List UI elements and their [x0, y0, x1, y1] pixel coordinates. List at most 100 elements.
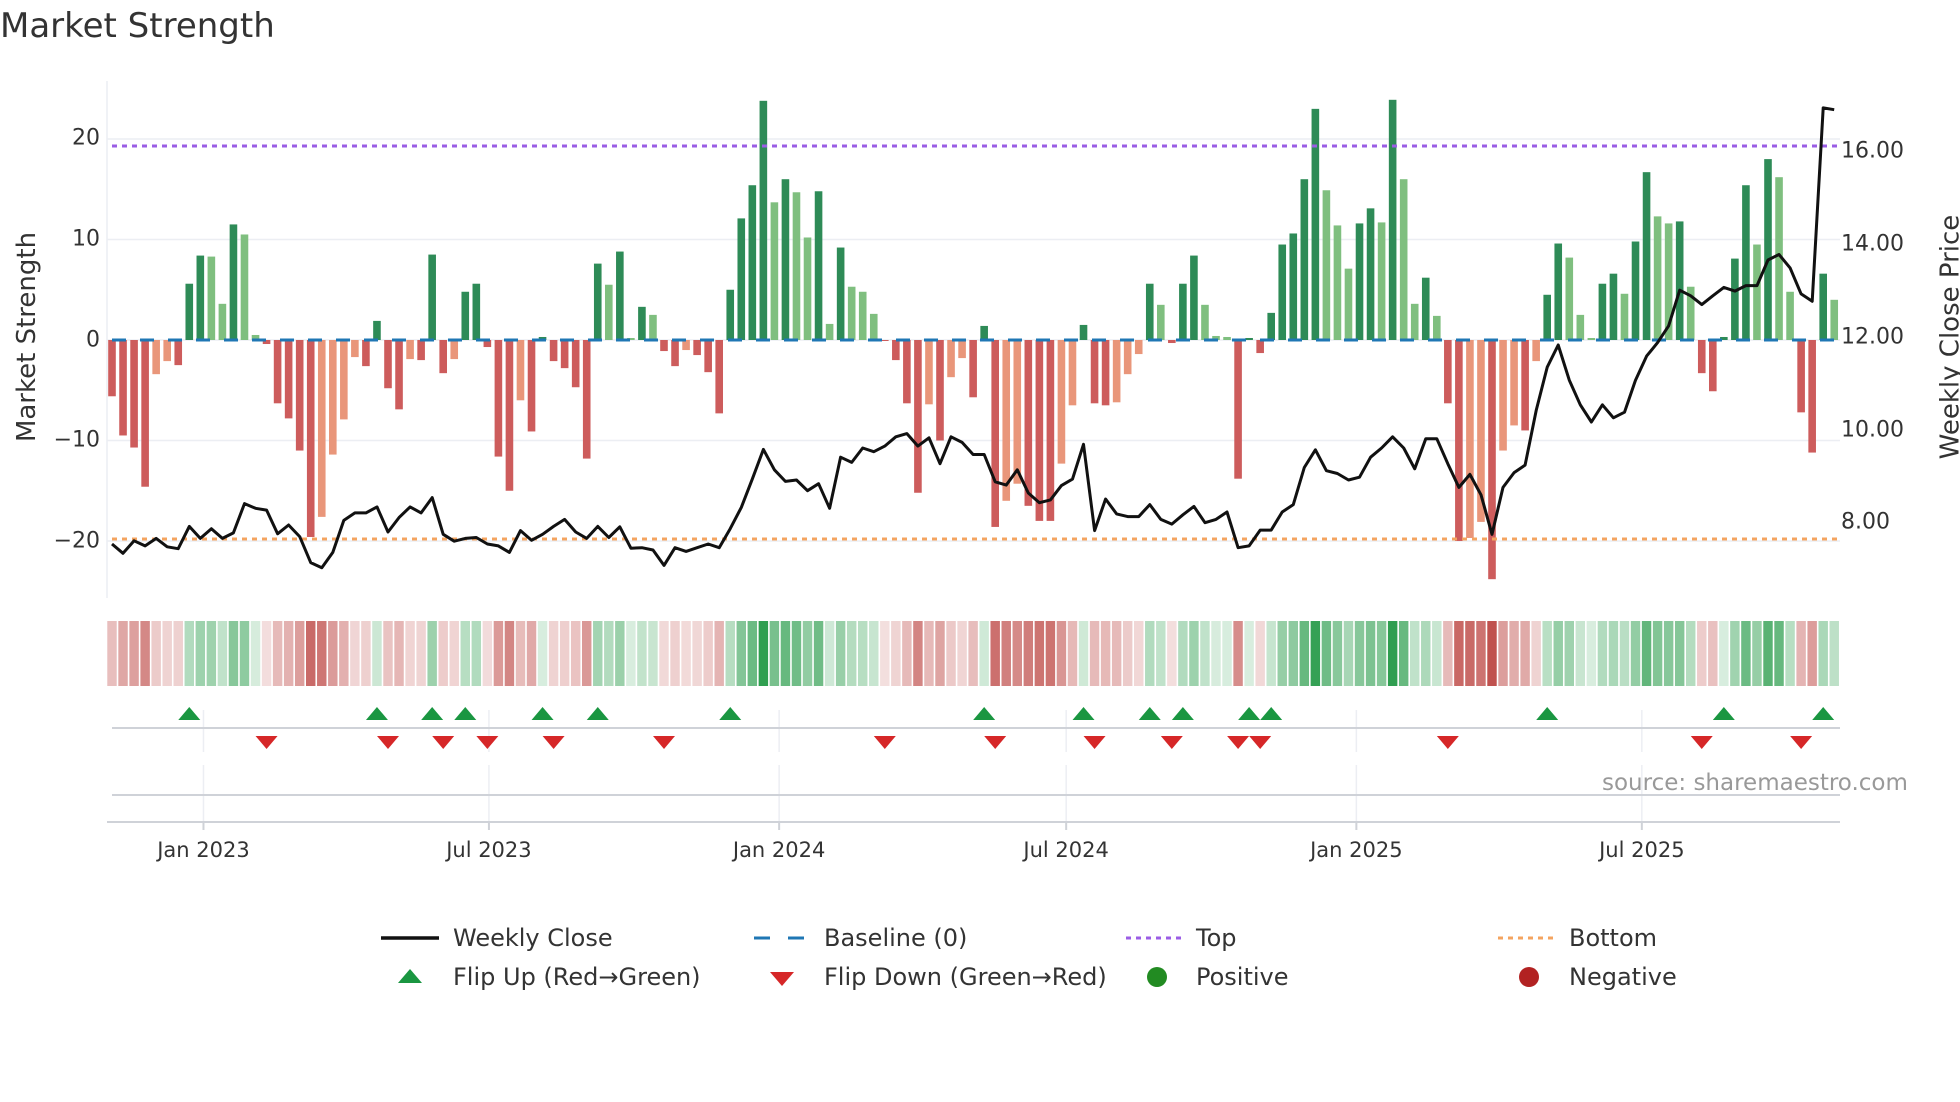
strength-bar	[1300, 179, 1309, 340]
flip-up-marker	[1536, 707, 1559, 720]
heat-cell	[1697, 621, 1707, 686]
heat-cell	[1167, 621, 1177, 686]
flip-up-marker	[454, 707, 477, 720]
heat-cell	[1023, 621, 1034, 686]
strength-bar	[1278, 244, 1287, 340]
legend-item-positive[interactable]: Positive	[1125, 963, 1289, 991]
strength-bar	[616, 251, 624, 340]
heat-cell	[1686, 621, 1696, 686]
strength-bar	[892, 340, 900, 361]
heat-cell	[394, 621, 404, 686]
strength-bar	[737, 218, 746, 340]
strength-bar	[472, 283, 481, 340]
strength-bar	[582, 340, 591, 459]
legend-item-top[interactable]: Top	[1125, 924, 1237, 952]
weekly-close-series	[111, 106, 1835, 570]
strength-bar	[1090, 340, 1099, 404]
heat-cell	[979, 621, 989, 686]
strength-bar	[1123, 340, 1132, 375]
legend-item-flip-down[interactable]: Flip Down (Green→Red)	[754, 963, 1107, 991]
heat-cell	[846, 621, 857, 686]
y2-tick-label: 12.00	[1841, 324, 1904, 350]
legend-item-weekly-close[interactable]: Weekly Close	[381, 924, 613, 952]
strength-bar	[792, 192, 801, 340]
strength-bar	[1466, 340, 1474, 538]
heat-cell	[1134, 621, 1144, 686]
heat-cell	[858, 621, 868, 686]
y2-tick-label: 16.00	[1841, 138, 1904, 164]
strength-bar	[1168, 340, 1176, 344]
flip-up-marker	[1260, 707, 1283, 720]
heat-cell	[427, 621, 437, 686]
heat-cell	[1708, 621, 1718, 686]
flip-up-marker	[586, 707, 609, 720]
strength-bar	[1543, 294, 1551, 340]
strength-bar	[1499, 340, 1507, 451]
heat-cell	[526, 621, 537, 686]
legend-label: Bottom	[1569, 924, 1658, 952]
legend-item-negative[interactable]: Negative	[1497, 963, 1677, 991]
heat-cell	[957, 621, 967, 686]
heat-cell	[670, 621, 680, 686]
y-tick-label: 10	[72, 226, 100, 252]
heat-cell	[317, 621, 327, 686]
flip-up-marker	[1138, 707, 1161, 720]
strength-bar	[1179, 283, 1187, 340]
strength-bar	[836, 247, 845, 340]
heat-cell	[173, 621, 183, 686]
strength-bar	[1256, 340, 1264, 354]
strength-bar	[1587, 337, 1596, 340]
strength-bar	[1311, 108, 1320, 340]
strength-bar	[1399, 179, 1408, 340]
heat-cell	[1498, 621, 1508, 686]
heat-cell	[1266, 621, 1276, 686]
x-tick-label: Jul 2024	[1023, 838, 1109, 862]
x-tick-label: Jan 2023	[157, 838, 250, 862]
strength-bar	[1134, 340, 1143, 355]
strength-bar	[1421, 277, 1430, 340]
heat-cell	[1487, 621, 1497, 686]
flip-down-marker	[432, 736, 455, 749]
heat-cell	[294, 621, 305, 686]
strength-bar	[395, 340, 403, 410]
flip-up-marker	[1712, 707, 1735, 720]
heat-cell	[151, 621, 161, 686]
heat-cell	[747, 621, 758, 686]
strength-bar	[1764, 159, 1772, 340]
heat-cell	[1454, 621, 1464, 686]
strength-bar	[461, 291, 470, 340]
heat-cell	[1111, 621, 1122, 686]
heat-cell	[1365, 621, 1376, 686]
heat-cell	[1564, 621, 1574, 686]
heat-cell	[1178, 621, 1188, 686]
heat-cell	[361, 621, 371, 686]
strength-bar	[726, 289, 735, 340]
heat-cell	[1222, 621, 1232, 686]
heat-cell	[1641, 621, 1652, 686]
heat-cell	[1200, 621, 1210, 686]
strength-bar	[362, 340, 370, 367]
y-tick-label: −10	[53, 427, 100, 453]
heat-cell	[1122, 621, 1133, 686]
strength-bar	[925, 340, 933, 405]
legend-item-baseline[interactable]: Baseline (0)	[754, 924, 967, 952]
strength-bar	[1455, 340, 1463, 541]
flip-down-marker	[377, 736, 399, 749]
strength-bar	[295, 340, 304, 451]
strength-bar	[1157, 304, 1165, 340]
strength-bar	[914, 340, 922, 493]
legend-label: Positive	[1196, 963, 1289, 991]
heat-cell	[1531, 621, 1541, 686]
heat-cell	[968, 621, 978, 686]
heat-cell	[339, 621, 349, 686]
strength-bar	[229, 224, 238, 340]
flip-down-marker	[542, 736, 565, 749]
strength-bar	[1598, 283, 1607, 340]
heat-cell	[1763, 621, 1773, 686]
heat-cell	[604, 621, 614, 686]
heat-cell	[769, 621, 780, 686]
legend-item-flip-up[interactable]: Flip Up (Red→Green)	[381, 963, 701, 991]
heat-cell	[869, 621, 879, 686]
legend-item-bottom[interactable]: Bottom	[1497, 924, 1657, 952]
strength-bar	[1190, 255, 1198, 340]
